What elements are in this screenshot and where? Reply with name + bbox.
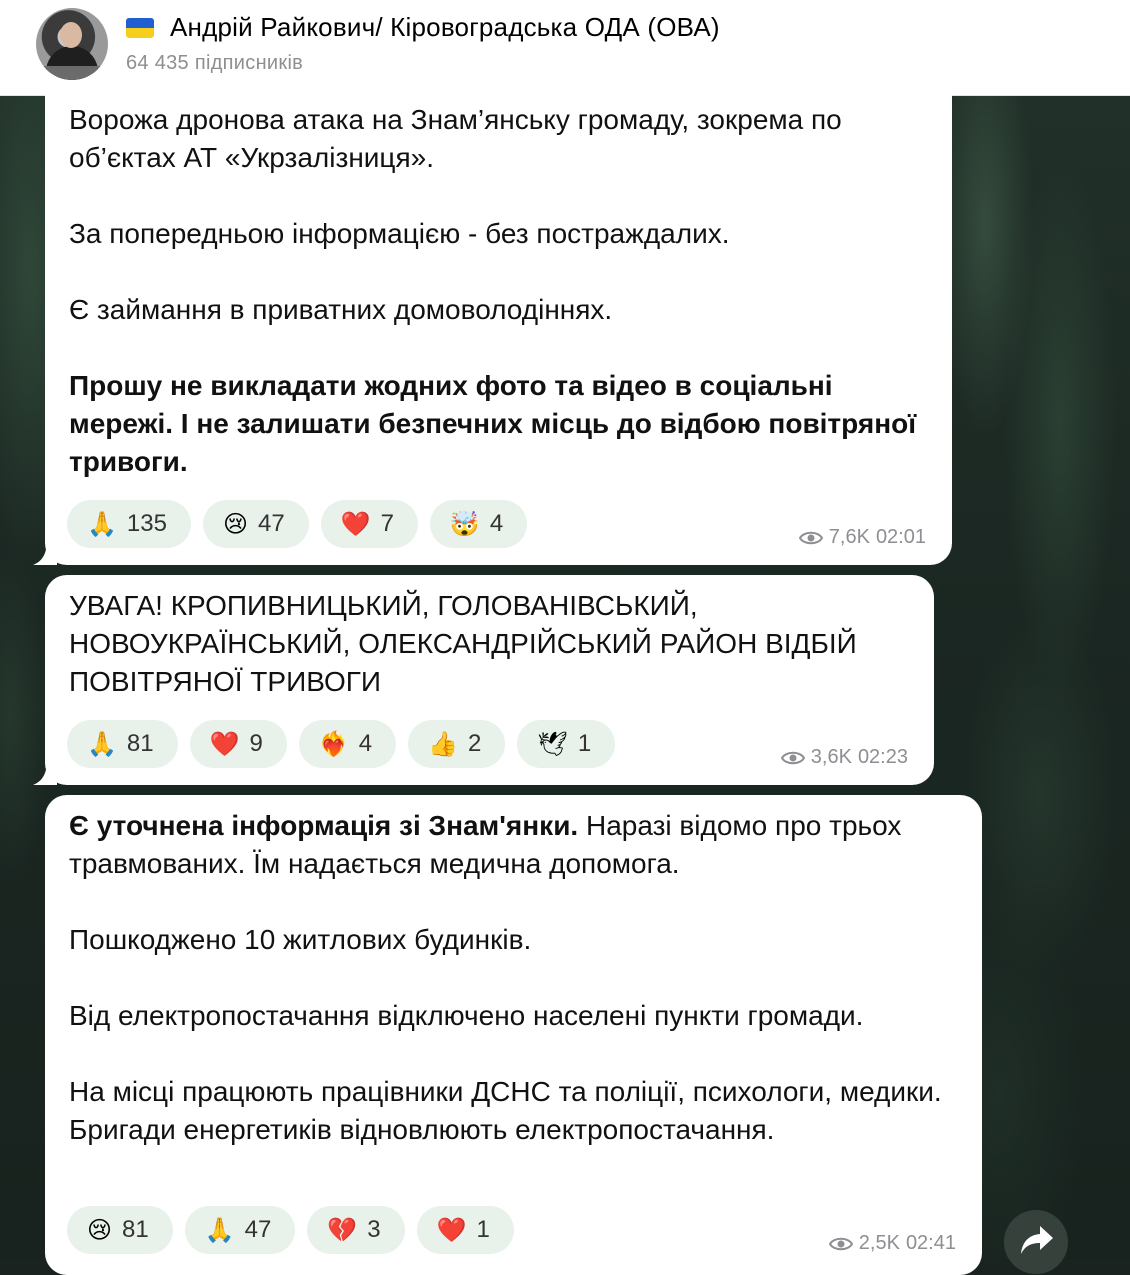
reaction-count: 9 xyxy=(249,730,263,757)
message-text: Ворожа дронова атака на Знам’янську гром… xyxy=(69,95,928,481)
subscriber-count: 64 435 підписників xyxy=(126,52,304,74)
reaction-chip[interactable]: 🙏 135 xyxy=(67,500,191,548)
message-paragraph: УВАГА! КРОПИВНИЦЬКИЙ, ГОЛОВАНІВСЬКИЙ, НО… xyxy=(69,590,857,697)
reactions-row: 😢 81 🙏 47 💔 3 ❤️ 1 xyxy=(67,1206,514,1254)
heart-icon: ❤️ xyxy=(209,730,240,758)
message-paragraph: Пошкоджено 10 житлових будинків. xyxy=(69,924,532,955)
message-time: 02:01 xyxy=(875,526,926,548)
heart-icon: ❤️ xyxy=(340,510,371,538)
reaction-count: 81 xyxy=(126,730,154,757)
message-text: Є уточнена інформація зі Знам'янки. Нара… xyxy=(69,795,958,1149)
reaction-chip[interactable]: 😢 81 xyxy=(67,1206,173,1254)
view-count: 2,5K xyxy=(858,1232,900,1254)
reaction-chip[interactable]: ❤️ 1 xyxy=(416,1206,514,1254)
reaction-chip[interactable]: 💔 3 xyxy=(307,1206,405,1254)
reaction-chip[interactable]: 🙏 47 xyxy=(184,1206,296,1254)
reaction-count: 1 xyxy=(577,730,592,757)
reaction-count: 7 xyxy=(380,510,394,537)
share-button[interactable] xyxy=(1004,1210,1068,1274)
message-paragraph: Ворожа дронова атака на Знам’янську гром… xyxy=(69,104,842,173)
reactions-row: 🙏 135 😢 47 ❤️ 7 🤯 4 xyxy=(67,500,528,548)
reaction-count: 4 xyxy=(489,510,504,537)
bubble-tail xyxy=(33,759,57,785)
message-time: 02:41 xyxy=(905,1232,956,1254)
channel-title[interactable]: Андрій Райкович/ Кіровоградська ОДА (ОВА… xyxy=(170,12,720,43)
reaction-chip[interactable]: 🙏 81 xyxy=(67,720,178,768)
reaction-count: 3 xyxy=(367,1216,381,1243)
reaction-count: 135 xyxy=(126,510,167,537)
broken-heart-icon: 💔 xyxy=(327,1216,358,1244)
message-text: УВАГА! КРОПИВНИЦЬКИЙ, ГОЛОВАНІВСЬКИЙ, НО… xyxy=(69,575,910,701)
message-paragraph: Є займання в приватних домоволодіннях. xyxy=(69,294,613,325)
reaction-chip[interactable]: ❤️ 9 xyxy=(189,720,287,768)
reactions-row: 🙏 81 ❤️ 9 ❤️‍🔥 4 👍 2 🕊 1 xyxy=(67,720,616,768)
reaction-chip[interactable]: ❤️ 7 xyxy=(320,500,418,548)
thumbs-up-icon: 👍 xyxy=(428,730,458,758)
reaction-count: 47 xyxy=(257,510,285,537)
exploding-head-icon: 🤯 xyxy=(449,510,480,538)
dove-icon: 🕊 xyxy=(537,730,568,758)
views-eye-icon xyxy=(828,1237,853,1250)
channel-header[interactable]: Андрій Райкович/ Кіровоградська ОДА (ОВА… xyxy=(0,0,1130,96)
view-count: 3,6K xyxy=(810,746,852,768)
reaction-count: 1 xyxy=(476,1216,490,1243)
message-paragraph: Є уточнена інформація зі Знам'янки. Нара… xyxy=(69,807,958,883)
reaction-chip[interactable]: 👍 2 xyxy=(408,720,506,768)
message-bubble[interactable]: Ворожа дронова атака на Знам’янську гром… xyxy=(33,95,952,565)
reaction-count: 81 xyxy=(122,1216,149,1243)
reaction-count: 4 xyxy=(358,730,373,757)
channel-avatar[interactable] xyxy=(36,8,108,80)
reaction-chip[interactable]: 🤯 4 xyxy=(429,500,528,548)
message-paragraph: Від електропостачання відключено населен… xyxy=(69,1000,864,1031)
share-arrow-icon xyxy=(1021,1226,1053,1254)
bubble-tail xyxy=(33,539,57,565)
pray-icon: 🙏 xyxy=(87,510,117,538)
crying-face-icon: 😢 xyxy=(222,510,248,538)
reaction-chip[interactable]: 😢 47 xyxy=(202,500,309,548)
views-eye-icon xyxy=(798,531,823,544)
message-bubble[interactable]: Є уточнена інформація зі Знам'янки. Нара… xyxy=(45,795,982,1275)
message-paragraph-bold: Прошу не викладати жодних фото та відео … xyxy=(69,370,917,477)
message-time: 02:23 xyxy=(857,746,908,768)
view-count: 7,6K xyxy=(828,526,870,548)
message-paragraph: На місці працюють працівники ДСНС та пол… xyxy=(69,1076,942,1145)
message-bubble[interactable]: УВАГА! КРОПИВНИЦЬКИЙ, ГОЛОВАНІВСЬКИЙ, НО… xyxy=(33,575,934,785)
message-lead-bold: Є уточнена інформація зі Знам'янки. xyxy=(69,810,579,841)
reaction-count: 2 xyxy=(467,730,482,757)
message-paragraph: За попередньою інформацією - без постраж… xyxy=(69,218,730,249)
reaction-count: 47 xyxy=(244,1216,272,1243)
pray-icon: 🙏 xyxy=(204,1216,235,1244)
ukraine-flag-icon xyxy=(126,18,154,38)
heart-on-fire-icon: ❤️‍🔥 xyxy=(318,730,349,758)
pray-icon: 🙏 xyxy=(87,730,117,758)
reaction-chip[interactable]: 🕊 1 xyxy=(517,720,616,768)
reaction-chip[interactable]: ❤️‍🔥 4 xyxy=(298,720,397,768)
views-eye-icon xyxy=(780,751,805,764)
crying-face-icon: 😢 xyxy=(87,1216,113,1244)
heart-icon: ❤️ xyxy=(436,1216,467,1244)
message-meta: 2,5K 02:41 xyxy=(828,1232,956,1255)
message-meta: 3,6K 02:23 xyxy=(780,746,908,769)
message-meta: 7,6K 02:01 xyxy=(798,526,926,549)
